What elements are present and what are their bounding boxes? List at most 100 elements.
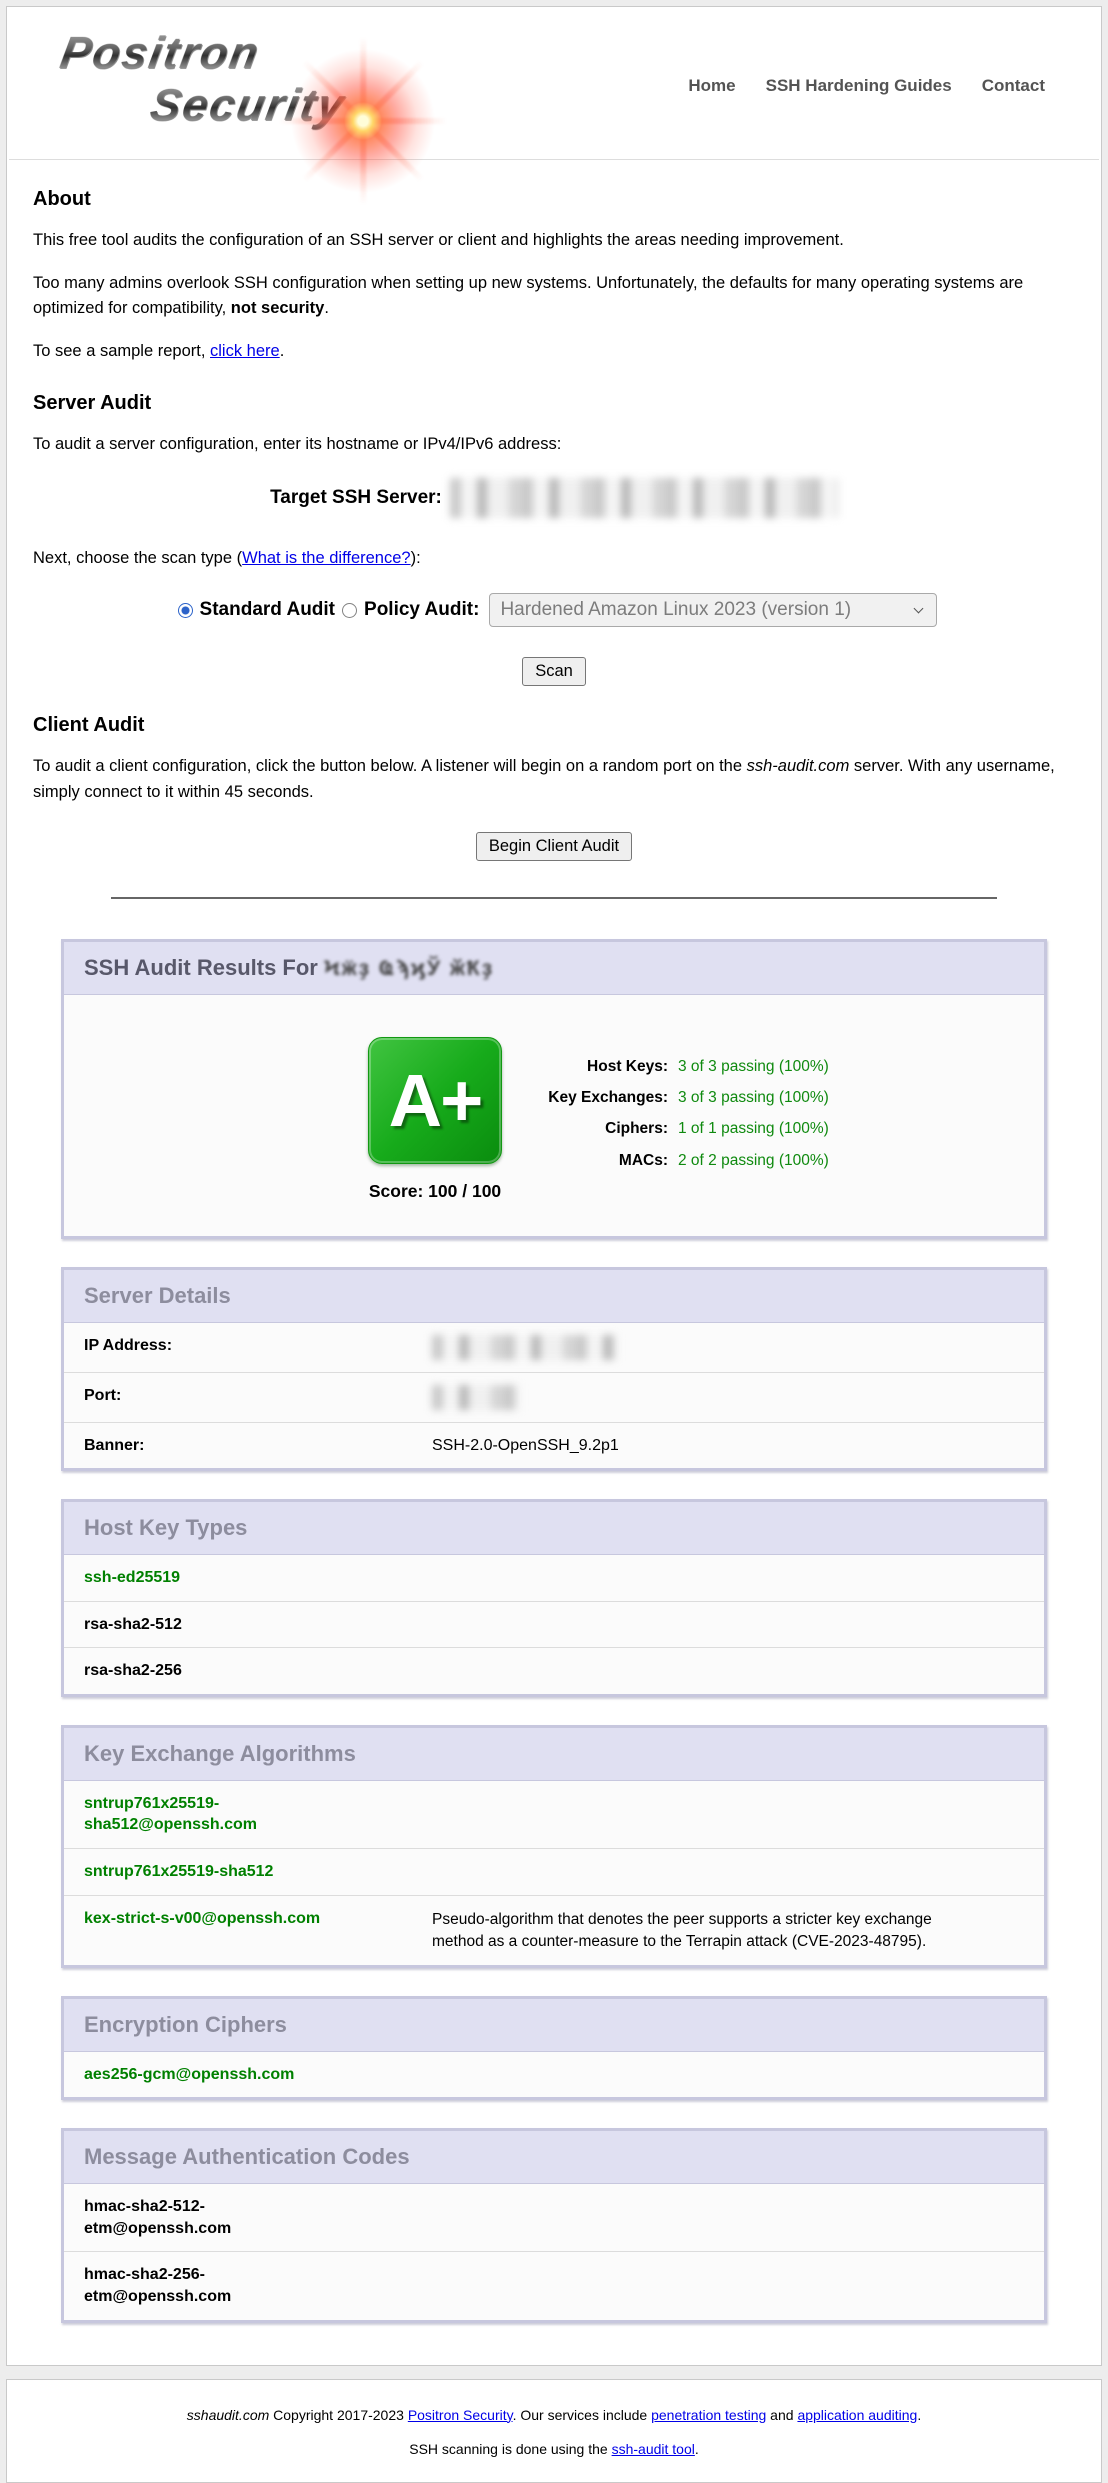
results-panel-header: SSH Audit Results For Ϟӝҙ ҨϡϗЎ ӂҞҙ xyxy=(64,942,1044,994)
about-heading: About xyxy=(33,188,1075,211)
footer-line-1: sshaudit.com Copyright 2017-2023 Positro… xyxy=(27,2406,1081,2424)
stat-macs: MACs: 2 of 2 passing (100%) xyxy=(538,1151,829,1170)
about-p2-bold: not security xyxy=(231,299,325,317)
site-footer: sshaudit.com Copyright 2017-2023 Positro… xyxy=(6,2379,1102,2483)
kex-name: sntrup761x25519-sha512 xyxy=(84,1861,432,1883)
scan-type-radio-row: Standard Audit Policy Audit: Hardened Am… xyxy=(33,593,1075,627)
stat-value: 1 of 1 passing (100%) xyxy=(678,1119,829,1138)
table-row: sntrup761x25519-sha512 xyxy=(64,1849,1044,1896)
stat-label: Key Exchanges: xyxy=(538,1088,668,1107)
about-paragraph-3: To see a sample report, click here. xyxy=(33,339,1075,365)
nav-ssh-hardening-guides[interactable]: SSH Hardening Guides xyxy=(766,76,952,96)
table-row: Banner: SSH-2.0-OpenSSH_9.2p1 xyxy=(64,1423,1044,1469)
footer-text: . Our services include xyxy=(513,2407,652,2423)
table-row: hmac-sha2-512- etm@openssh.com xyxy=(64,2184,1044,2252)
mac-name: hmac-sha2-512- etm@openssh.com xyxy=(84,2196,432,2239)
kex-description: Pseudo-algorithm that denotes the peer s… xyxy=(432,1908,932,1953)
kex-name: sntrup761x25519- sha512@openssh.com xyxy=(84,1793,432,1836)
port-redacted-value xyxy=(432,1385,520,1410)
about-paragraph-1: This free tool audits the configuration … xyxy=(33,228,1075,254)
ssh-audit-results-panel: SSH Audit Results For Ϟӝҙ ҨϡϗЎ ӂҞҙ A+ Sc… xyxy=(61,939,1047,1239)
nav-home[interactable]: Home xyxy=(688,76,735,96)
encryption-ciphers-panel: Encryption Ciphers aes256-gcm@openssh.co… xyxy=(61,1996,1047,2101)
positron-security-link[interactable]: Positron Security xyxy=(408,2407,513,2423)
encryption-ciphers-header: Encryption Ciphers xyxy=(64,1999,1044,2051)
scan-type-difference-link[interactable]: What is the difference? xyxy=(242,549,410,567)
policy-audit-radio[interactable] xyxy=(342,603,357,618)
mac-name: hmac-sha2-256- etm@openssh.com xyxy=(84,2264,432,2307)
ip-address-redacted-value xyxy=(432,1335,617,1360)
scan-type-paragraph: Next, choose the scan type (What is the … xyxy=(33,546,1075,572)
about-paragraph-2: Too many admins overlook SSH configurati… xyxy=(33,271,1075,322)
main-nav: Home SSH Hardening Guides Contact xyxy=(688,76,1045,96)
grade-badge: A+ xyxy=(368,1037,502,1164)
banner-label: Banner: xyxy=(84,1435,432,1457)
grade-letter: A+ xyxy=(389,1058,482,1143)
target-ssh-server-label: Target SSH Server: xyxy=(270,487,442,509)
positron-security-logo[interactable]: Positron Security xyxy=(33,27,425,145)
table-row: rsa-sha2-256 xyxy=(64,1648,1044,1694)
table-row: kex-strict-s-v00@openssh.com Pseudo-algo… xyxy=(64,1896,1044,1965)
table-row: aes256-gcm@openssh.com xyxy=(64,2052,1044,2098)
about-p3-end: . xyxy=(280,342,285,360)
logo-text-positron: Positron xyxy=(56,27,264,79)
key-exchange-header: Key Exchange Algorithms xyxy=(64,1728,1044,1780)
about-p2-end: . xyxy=(324,299,329,317)
client-audit-text: To audit a client configuration, click t… xyxy=(33,757,747,775)
client-audit-heading: Client Audit xyxy=(33,714,1075,737)
macs-panel: Message Authentication Codes hmac-sha2-5… xyxy=(61,2128,1047,2322)
ssh-audit-tool-link[interactable]: ssh-audit tool xyxy=(612,2441,695,2457)
section-divider xyxy=(111,897,997,899)
site-header: Positron Security Home SSH Hardening Gui… xyxy=(9,7,1099,160)
results-stats: Host Keys: 3 of 3 passing (100%) Key Exc… xyxy=(538,1037,829,1202)
begin-client-audit-button[interactable]: Begin Client Audit xyxy=(476,832,632,861)
stat-value: 3 of 3 passing (100%) xyxy=(678,1057,829,1076)
kex-name: kex-strict-s-v00@openssh.com xyxy=(84,1908,432,1953)
client-audit-paragraph: To audit a client configuration, click t… xyxy=(33,754,1075,805)
standard-audit-radio[interactable] xyxy=(178,603,193,618)
server-audit-intro: To audit a server configuration, enter i… xyxy=(33,432,1075,458)
standard-audit-label: Standard Audit xyxy=(200,599,335,621)
sample-report-link[interactable]: click here xyxy=(210,342,280,360)
macs-header: Message Authentication Codes xyxy=(64,2131,1044,2183)
red-starburst-icon xyxy=(285,43,441,199)
score-text: Score: 100 / 100 xyxy=(332,1181,538,1202)
policy-audit-label: Policy Audit: xyxy=(364,599,479,621)
key-exchange-panel: Key Exchange Algorithms sntrup761x25519-… xyxy=(61,1725,1047,1968)
application-auditing-link[interactable]: application auditing xyxy=(797,2407,917,2423)
host-key-name: rsa-sha2-256 xyxy=(84,1660,432,1682)
policy-select[interactable]: Hardened Amazon Linux 2023 (version 1) xyxy=(489,593,937,627)
cipher-name: aes256-gcm@openssh.com xyxy=(84,2064,432,2086)
footer-line-2: SSH scanning is done using the ssh-audit… xyxy=(27,2440,1081,2458)
table-row: hmac-sha2-256- etm@openssh.com xyxy=(64,2252,1044,2319)
table-row: rsa-sha2-512 xyxy=(64,1602,1044,1649)
scan-type-text: Next, choose the scan type ( xyxy=(33,549,242,567)
table-row: sntrup761x25519- sha512@openssh.com xyxy=(64,1781,1044,1849)
main-content-box: Positron Security Home SSH Hardening Gui… xyxy=(6,6,1102,2366)
stat-ciphers: Ciphers: 1 of 1 passing (100%) xyxy=(538,1119,829,1138)
client-audit-domain: ssh-audit.com xyxy=(747,757,850,775)
footer-text: and xyxy=(766,2407,797,2423)
nav-contact[interactable]: Contact xyxy=(982,76,1045,96)
host-key-types-header: Host Key Types xyxy=(64,1502,1044,1554)
footer-domain: sshaudit.com xyxy=(187,2407,269,2423)
stat-label: Host Keys: xyxy=(538,1057,668,1076)
port-label: Port: xyxy=(84,1385,432,1410)
stat-key-exchanges: Key Exchanges: 3 of 3 passing (100%) xyxy=(538,1088,829,1107)
chevron-down-icon xyxy=(914,603,924,613)
scan-type-end: ): xyxy=(411,549,421,567)
target-server-row: Target SSH Server: xyxy=(33,478,1075,518)
stat-label: MACs: xyxy=(538,1151,668,1170)
server-audit-heading: Server Audit xyxy=(33,392,1075,415)
footer-text: SSH scanning is done using the xyxy=(409,2441,611,2457)
scan-button[interactable]: Scan xyxy=(522,657,586,686)
redacted-hostname: Ϟӝҙ ҨϡϗЎ ӂҞҙ xyxy=(324,957,494,980)
stat-label: Ciphers: xyxy=(538,1119,668,1138)
results-panel-body: A+ Score: 100 / 100 Host Keys: 3 of 3 pa… xyxy=(64,994,1044,1236)
penetration-testing-link[interactable]: penetration testing xyxy=(651,2407,766,2423)
host-key-name: ssh-ed25519 xyxy=(84,1567,432,1589)
table-row: IP Address: xyxy=(64,1323,1044,1373)
target-ssh-server-input[interactable] xyxy=(450,478,838,518)
stat-value: 2 of 2 passing (100%) xyxy=(678,1151,829,1170)
ip-address-label: IP Address: xyxy=(84,1335,432,1360)
